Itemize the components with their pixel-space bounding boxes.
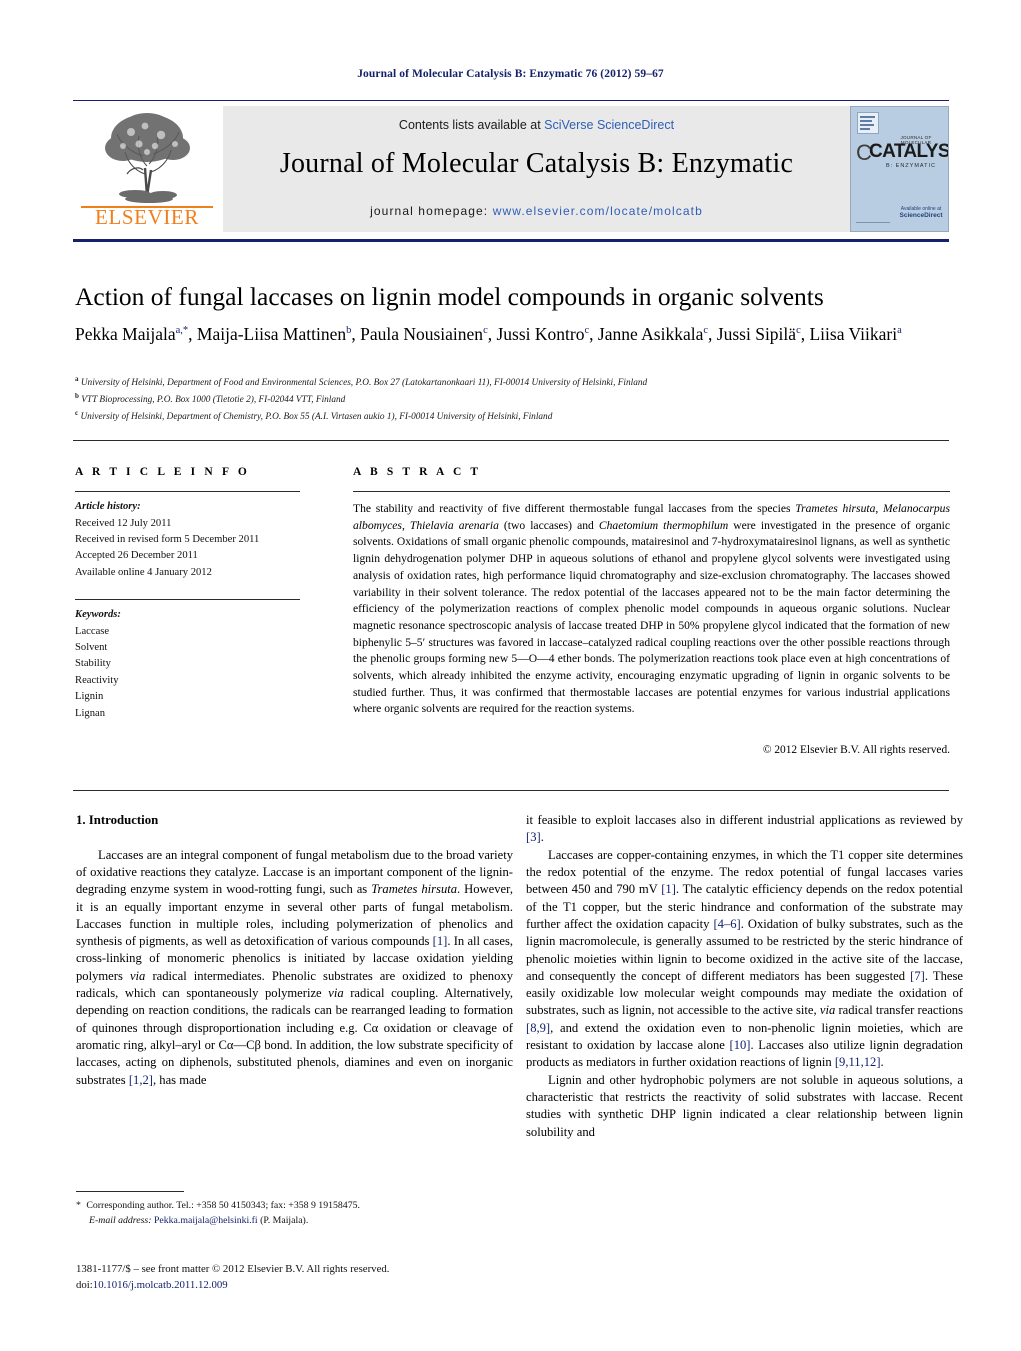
- cover-sciencedirect: Available online at ScienceDirect: [897, 206, 945, 219]
- article-info-divider: [75, 491, 300, 493]
- doi-line: doi:10.1016/j.molcatb.2011.12.009: [76, 1278, 513, 1294]
- info-rule-top: [73, 440, 949, 442]
- issn-front-matter: 1381-1177/$ – see front matter © 2012 El…: [76, 1263, 390, 1275]
- journal-masthead: ELSEVIER Contents lists available at Sci…: [73, 106, 949, 232]
- journal-cover-thumbnail: C JOURNAL OF MOLECULAR CATALYSIS B: ENZY…: [850, 106, 949, 232]
- affiliation-a: a University of Helsinki, Department of …: [75, 374, 955, 391]
- footnote-block: * Corresponding author. Tel.: +358 50 41…: [76, 1199, 513, 1228]
- abstract-copyright: © 2012 Elsevier B.V. All rights reserved…: [762, 744, 950, 757]
- header-rule-top: [73, 100, 949, 102]
- history-item: Accepted 26 December 2011: [75, 550, 198, 562]
- cover-subtitle: B: ENZYMATIC: [885, 163, 937, 169]
- elsevier-tree-icon: [105, 113, 190, 203]
- affiliation-text-c: University of Helsinki, Department of Ch…: [80, 412, 553, 423]
- journal-title: Journal of Molecular Catalysis B: Enzyma…: [279, 148, 794, 179]
- keyword-item: Laccase: [75, 625, 110, 637]
- email-label: E-mail address:: [89, 1214, 152, 1226]
- affiliation-mark-c: c: [75, 409, 79, 418]
- elsevier-wordmark: ELSEVIER: [95, 205, 199, 229]
- history-item: Received in revised form 5 December 2011: [75, 533, 260, 545]
- article-history: Article history: Received 12 July 2011 R…: [75, 499, 313, 581]
- footnote-rule: [76, 1191, 184, 1193]
- keywords-label: Keywords:: [75, 609, 121, 621]
- keywords-block: Keywords: Laccase Solvent Stability Reac…: [75, 607, 313, 722]
- author-list: Pekka Maijalaa,*, Maija-Liisa Mattinenb,…: [75, 324, 902, 344]
- article-history-label: Article history:: [75, 501, 141, 513]
- body-column-right: it feasible to exploit laccases also in …: [526, 812, 963, 1141]
- sciencedirect-link[interactable]: SciVerse ScienceDirect: [544, 118, 674, 132]
- keyword-item: Lignan: [75, 707, 106, 719]
- homepage-prefix: journal homepage:: [370, 204, 493, 218]
- abstract-column: A B S T R A C T The stability and reacti…: [353, 466, 950, 756]
- journal-banner: Contents lists available at SciVerse Sci…: [223, 106, 850, 232]
- cover-elsevier-mark-icon: [857, 112, 879, 134]
- body-paragraph: Lignin and other hydrophobic polymers ar…: [526, 1072, 963, 1139]
- abstract-divider: [353, 491, 950, 493]
- doi-value[interactable]: 10.1016/j.molcatb.2011.12.009: [93, 1279, 228, 1291]
- affiliation-c: c University of Helsinki, Department of …: [75, 408, 955, 425]
- article-info-column: A R T I C L E I N F O Article history: R…: [75, 466, 313, 722]
- affiliation-mark-b: b: [75, 392, 79, 401]
- affiliation-list: a University of Helsinki, Department of …: [75, 374, 955, 425]
- article-info-heading: A R T I C L E I N F O: [75, 466, 250, 478]
- contents-prefix: Contents lists available at: [398, 118, 545, 132]
- abstract-heading: A B S T R A C T: [353, 466, 482, 478]
- body-paragraph: Laccases are copper-containing enzymes, …: [526, 847, 964, 1070]
- body-column-left: 1. Introduction Laccases are an integral…: [76, 812, 513, 1089]
- keyword-item: Lignin: [75, 691, 104, 703]
- keyword-item: Stability: [75, 658, 111, 670]
- email-note: E-mail address: Pekka.maijala@helsinki.f…: [76, 1214, 513, 1229]
- page-title: Action of fungal laccases on lignin mode…: [75, 282, 824, 311]
- imprint-block: 1381-1177/$ – see front matter © 2012 El…: [76, 1262, 513, 1293]
- running-head: Journal of Molecular Catalysis B: Enzyma…: [357, 68, 664, 80]
- affiliation-text-a: University of Helsinki, Department of Fo…: [80, 378, 648, 389]
- keyword-item: Reactivity: [75, 674, 119, 686]
- homepage-url[interactable]: www.elsevier.com/locate/molcatb: [493, 204, 703, 218]
- cover-sd-word: ScienceDirect: [899, 212, 943, 219]
- header-rule-thick: [73, 239, 949, 243]
- keywords-divider: [75, 599, 300, 601]
- body-paragraph: it feasible to exploit laccases also in …: [526, 813, 963, 845]
- journal-homepage-line: journal homepage: www.elsevier.com/locat…: [223, 204, 850, 218]
- keyword-item: Solvent: [75, 642, 108, 654]
- abstract-rule-bottom: [73, 790, 949, 792]
- corresponding-author-note: * Corresponding author. Tel.: +358 50 41…: [76, 1200, 360, 1211]
- cover-bottom-rule: [856, 222, 890, 223]
- elsevier-logo: ELSEVIER: [73, 106, 221, 232]
- section-heading-introduction: 1. Introduction: [76, 813, 159, 827]
- contents-line: Contents lists available at SciVerse Sci…: [223, 118, 850, 132]
- affiliation-b: b VTT Bioprocessing, P.O. Box 1000 (Tiet…: [75, 391, 955, 408]
- email-link[interactable]: Pekka.maijala@helsinki.fi: [154, 1215, 258, 1226]
- affiliation-mark-a: a: [75, 375, 79, 383]
- doi-label: doi:: [76, 1278, 93, 1291]
- history-item: Received 12 July 2011: [75, 517, 172, 529]
- paper-page: Journal of Molecular Catalysis B: Enzyma…: [0, 0, 1021, 1351]
- abstract-text: The stability and reactivity of five dif…: [353, 502, 951, 716]
- affiliation-text-b: VTT Bioprocessing, P.O. Box 1000 (Tietot…: [81, 395, 346, 406]
- body-paragraph: Laccases are an integral component of fu…: [76, 847, 513, 1087]
- history-item: Available online 4 January 2012: [75, 566, 212, 578]
- email-owner: (P. Maijala).: [260, 1214, 309, 1226]
- cover-big-title: CATALYSIS: [869, 141, 949, 162]
